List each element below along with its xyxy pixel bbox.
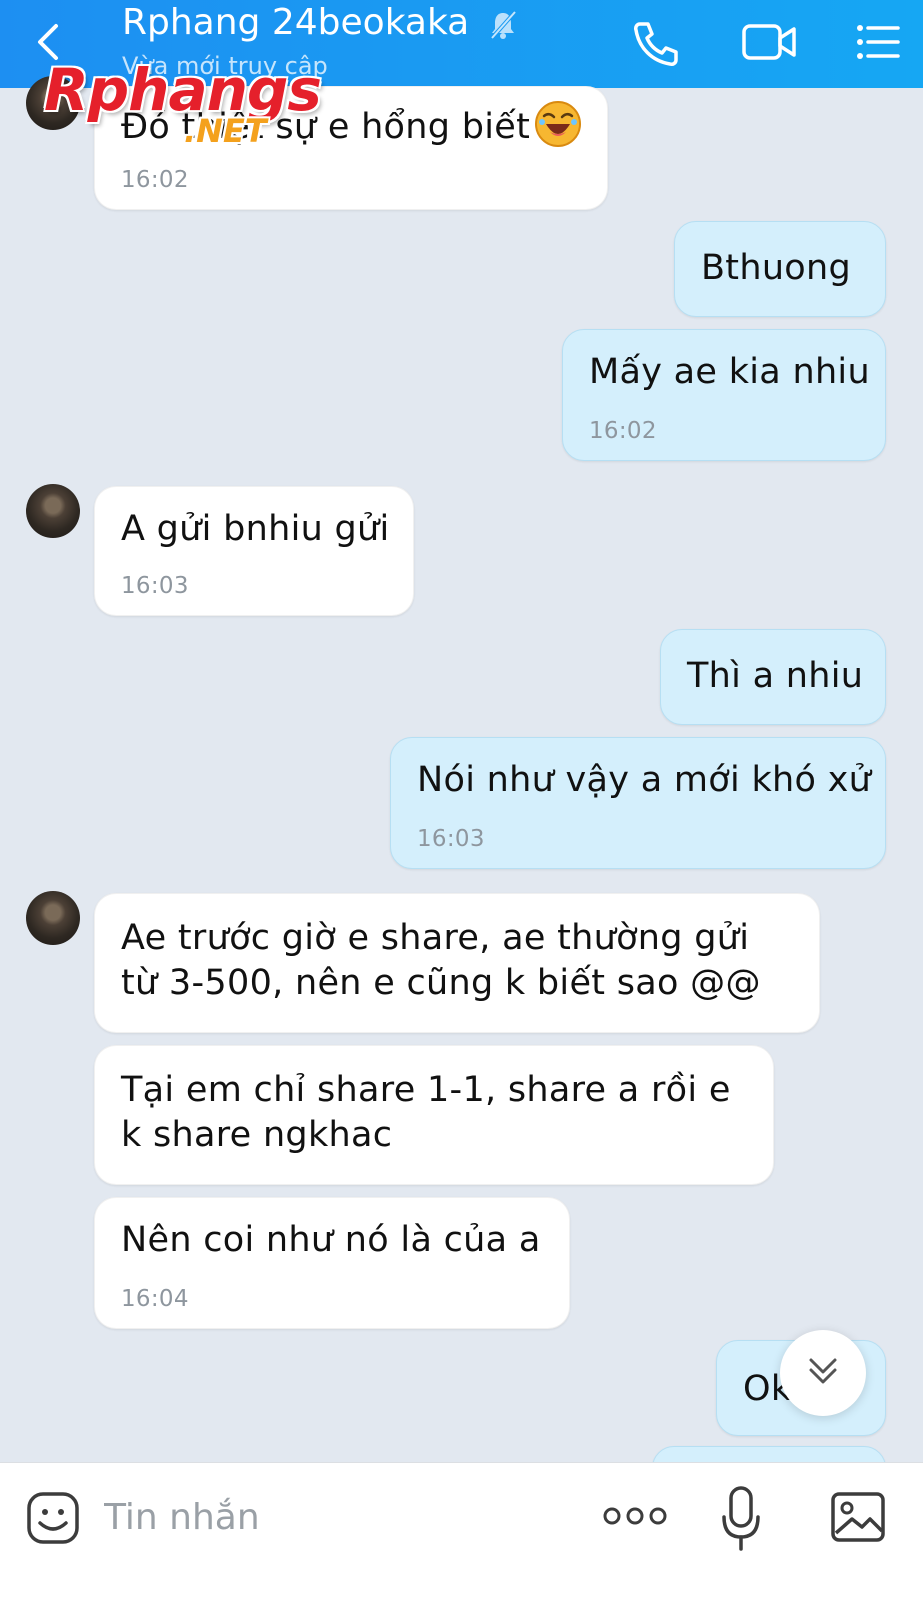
message-text: Nói như vậy a mới khó xử (417, 760, 872, 800)
last-seen-status: Vừa mới truy cập (122, 52, 328, 80)
laughing-emoji-icon (535, 101, 581, 147)
message-time: 16:04 (121, 1286, 189, 1312)
video-call-button[interactable] (740, 18, 796, 68)
message-time: 16:03 (417, 826, 485, 852)
message-input[interactable] (104, 1489, 564, 1545)
message-text: Bthuong (701, 248, 852, 288)
mute-icon (490, 10, 517, 40)
message-bubble-incoming[interactable]: A gửi bnhiu gửi 16:03 (94, 486, 414, 616)
message-time: 16:02 (121, 167, 189, 193)
message-bubble-outgoing[interactable]: Mấy ae kia nhiu 16:02 (562, 329, 886, 461)
avatar[interactable] (26, 891, 80, 945)
message-bubble-outgoing[interactable]: Thì a nhiu (660, 629, 886, 725)
message-text: A gửi bnhiu gửi (121, 509, 390, 549)
message-time: 16:02 (589, 418, 657, 444)
message-text: Tại em chỉ share 1-1, share a rồi e k sh… (121, 1070, 731, 1155)
chat-header: Rphang 24beokaka Vừa mới truy cập (0, 0, 923, 88)
image-icon[interactable] (830, 1491, 886, 1543)
message-text: Thì a nhiu (687, 656, 864, 696)
avatar[interactable] (26, 76, 80, 130)
message-bubble-incoming[interactable]: Đó thiệt sự e hổng biết 16:02 (94, 86, 608, 210)
message-bubble-incoming[interactable]: Tại em chỉ share 1-1, share a rồi e k sh… (94, 1045, 774, 1185)
message-bubble-incoming[interactable]: Nên coi như nó là của a 16:04 (94, 1197, 570, 1329)
message-time: 16:03 (121, 573, 189, 599)
avatar[interactable] (26, 484, 80, 538)
video-icon (742, 24, 796, 60)
contact-name[interactable]: Rphang 24beokaka (122, 2, 469, 43)
message-composer (0, 1462, 923, 1600)
more-icon[interactable] (602, 1501, 668, 1531)
scroll-to-bottom-button[interactable] (780, 1330, 866, 1416)
call-button[interactable] (628, 18, 684, 68)
menu-icon (857, 25, 900, 59)
message-text: Đó thiệt sự e hổng biết (121, 107, 531, 147)
message-text: Nên coi như nó là của a (121, 1220, 541, 1260)
back-icon[interactable] (30, 20, 66, 64)
options-menu-button[interactable] (852, 18, 908, 68)
message-bubble-outgoing[interactable]: Bthuong (674, 221, 886, 317)
double-chevron-down-icon (809, 1358, 837, 1384)
message-bubble-incoming[interactable]: Ae trước giờ e share, ae thường gửi từ 3… (94, 893, 820, 1033)
phone-icon (634, 22, 678, 66)
message-text: Ae trước giờ e share, ae thường gửi từ 3… (121, 918, 761, 1003)
message-bubble-outgoing[interactable]: Nói như vậy a mới khó xử 16:03 (390, 737, 886, 869)
sticker-icon[interactable] (26, 1491, 80, 1545)
message-text: Mấy ae kia nhiu (589, 352, 870, 392)
microphone-icon[interactable] (720, 1485, 762, 1553)
